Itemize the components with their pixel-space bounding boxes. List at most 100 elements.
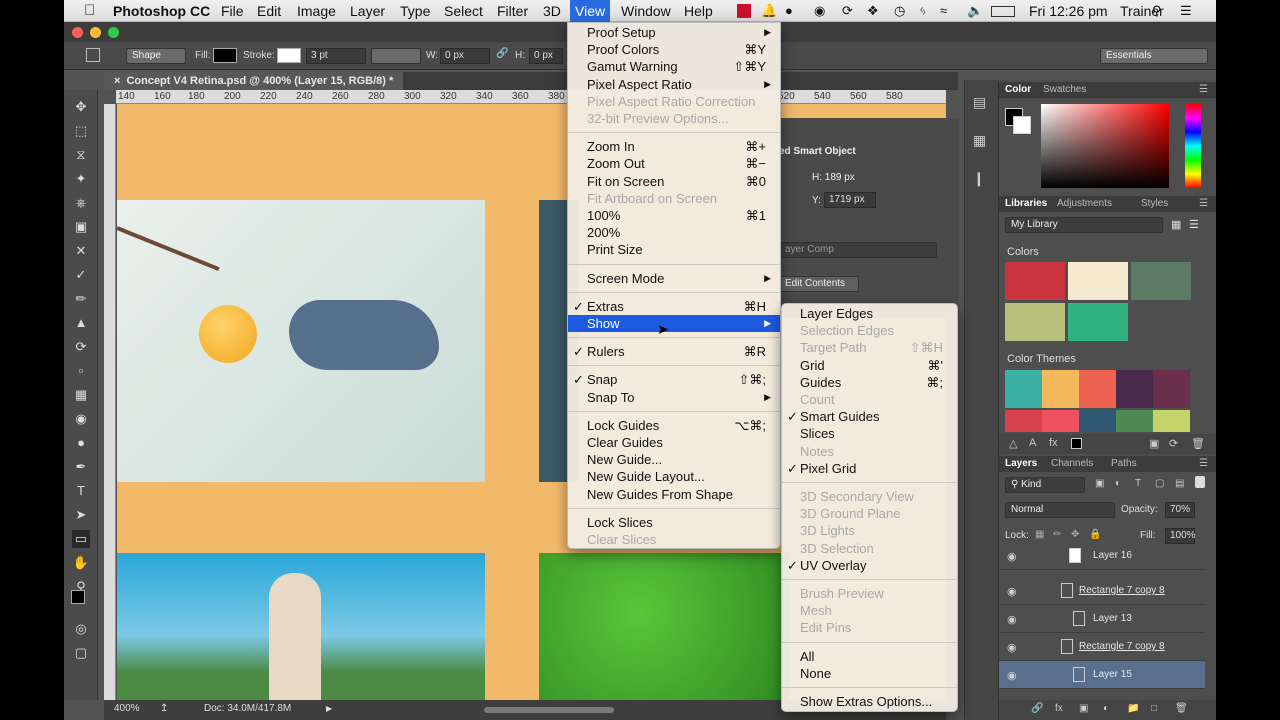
library-color-swatch[interactable] (1068, 262, 1128, 300)
marquee-tool-icon[interactable]: ⬚ (72, 122, 90, 140)
add-mask-icon[interactable]: ▣ (1079, 703, 1088, 714)
menu-item-print-size[interactable]: Print Size (568, 241, 780, 258)
color-theme-swatch[interactable] (1116, 370, 1153, 408)
close-window-button[interactable] (72, 27, 83, 38)
color-theme-swatch[interactable] (1005, 410, 1042, 432)
add-fill-color-icon[interactable] (1071, 438, 1082, 449)
tab-layers[interactable]: Layers (1005, 458, 1037, 469)
menu-item-gamut-warning[interactable]: Gamut Warning ⇧⌘Y (568, 58, 780, 75)
zoom-level[interactable]: 400% (114, 700, 140, 718)
panel-menu-icon[interactable]: ☰ (1199, 198, 1208, 209)
eye-icon[interactable]: ◉ (814, 3, 825, 19)
menu-item-all[interactable]: All (782, 648, 957, 665)
rectangle-tool-icon[interactable] (86, 48, 100, 62)
quick-mask-icon[interactable]: ◎ (72, 620, 90, 638)
rectangle-tool-icon[interactable]: ▭ (72, 530, 90, 548)
delete-layer-icon[interactable]: 🗑 (1175, 703, 1188, 714)
new-layer-icon[interactable]: □ (1151, 703, 1157, 714)
menu-item-uv-overlay[interactable]: ✓ UV Overlay (782, 557, 957, 574)
menu-file[interactable]: File (221, 2, 244, 20)
character-panel-icon[interactable]: ❙ (973, 170, 985, 187)
menu-item-fit-on-screen[interactable]: Fit on Screen ⌘0 (568, 173, 780, 190)
visibility-eye-icon[interactable]: ◉ (1007, 550, 1017, 563)
menu-item-zoom-out[interactable]: Zoom Out ⌘− (568, 155, 780, 172)
library-select[interactable]: My Library (1005, 217, 1163, 233)
color-theme-swatch[interactable] (1079, 410, 1116, 432)
menu-type[interactable]: Type (400, 2, 430, 20)
horizontal-ruler[interactable]: 140 160 180 200 220 240 260 280 300 320 340 360 380 5… (116, 90, 946, 104)
apple-icon[interactable]:  (84, 2, 95, 20)
shape-mode-select[interactable]: Shape (126, 48, 186, 64)
clone-stamp-tool-icon[interactable]: ▲ (72, 314, 90, 332)
link-icon[interactable]: 🔗 (496, 48, 508, 59)
menu-item-show[interactable]: Show ▶ (568, 315, 780, 332)
menu-item-200[interactable]: 200% (568, 224, 780, 241)
add-layer-style-icon[interactable]: fx (1055, 703, 1063, 714)
close-tab-icon[interactable]: × (114, 75, 120, 87)
menu-help[interactable]: Help (684, 2, 713, 20)
filter-pixel-icon[interactable]: ▣ (1095, 478, 1104, 489)
menu-item-lock-slices[interactable]: Lock Slices (568, 514, 780, 531)
hue-slider[interactable] (1185, 104, 1201, 188)
layer-comp-select[interactable]: ayer Comp (779, 242, 937, 258)
healing-brush-tool-icon[interactable]: ✓ (72, 266, 90, 284)
new-group-icon[interactable]: 📁 (1127, 703, 1139, 714)
tab-libraries[interactable]: Libraries (1005, 198, 1047, 209)
panel-menu-icon[interactable]: ☰ (1199, 84, 1208, 95)
dodge-tool-icon[interactable]: ● (72, 434, 90, 452)
background-color-swatch[interactable] (1013, 116, 1031, 134)
tab-channels[interactable]: Channels (1051, 458, 1093, 469)
cc-sync-icon[interactable]: ⟳ (1169, 437, 1178, 450)
menu-select[interactable]: Select (444, 2, 483, 20)
history-panel-icon[interactable]: ▤ (973, 94, 986, 111)
add-character-style-icon[interactable]: A (1029, 437, 1036, 449)
bell-icon[interactable]: 🔔 (761, 3, 777, 19)
stroke-width-field[interactable]: 3 pt (306, 48, 366, 64)
document-tab[interactable]: × Concept V4 Retina.psd @ 400% (Layer 15,… (104, 72, 404, 90)
cc-icon[interactable] (737, 4, 751, 18)
menu-filter[interactable]: Filter (497, 2, 528, 20)
menu-item-snap[interactable]: ✓ Snap ⇧⌘; (568, 371, 780, 388)
menu-item-guides[interactable]: Guides ⌘; (782, 374, 957, 391)
filter-smart-object-icon[interactable]: ▤ (1175, 478, 1184, 489)
lock-all-icon[interactable]: 🔒 (1089, 529, 1101, 540)
sync-icon[interactable]: ⟳ (842, 3, 853, 19)
layer-row[interactable]: ◉ Rectangle 7 copy 8 (999, 633, 1205, 661)
tab-paths[interactable]: Paths (1111, 458, 1137, 469)
menu-item-smart-guides[interactable]: ✓ Smart Guides (782, 408, 957, 425)
color-theme-swatch[interactable] (1116, 410, 1153, 432)
new-adjustment-icon[interactable]: ◐ (1103, 703, 1109, 714)
tab-swatches[interactable]: Swatches (1043, 84, 1086, 95)
timemachine-icon[interactable]: ◷ (894, 3, 905, 19)
menu-item-snap-to[interactable]: Snap To ▶ (568, 389, 780, 406)
color-theme-swatch[interactable] (1153, 410, 1190, 432)
horizontal-scrollbar[interactable] (484, 707, 614, 713)
color-theme-swatch[interactable] (1042, 370, 1079, 408)
stock-icon[interactable]: ▣ (1149, 437, 1159, 450)
menu-item-new-guides-from-shape[interactable]: New Guides From Shape (568, 486, 780, 503)
lasso-tool-icon[interactable]: ⧖ (72, 146, 90, 164)
battery-icon[interactable] (991, 6, 1015, 17)
history-brush-tool-icon[interactable]: ⟳ (72, 338, 90, 356)
tab-color[interactable]: Color (1005, 84, 1031, 95)
lock-transparent-icon[interactable]: ▦ (1035, 529, 1044, 540)
app-menu[interactable]: Photoshop CC (113, 2, 210, 20)
lock-pixels-icon[interactable]: ✏ (1053, 529, 1061, 540)
filter-adjustment-icon[interactable]: ◐ (1115, 478, 1121, 489)
lock-position-icon[interactable]: ✥ (1071, 529, 1079, 540)
menu-item-proof-colors[interactable]: Proof Colors ⌘Y (568, 41, 780, 58)
filter-shape-icon[interactable]: ▢ (1155, 478, 1164, 489)
type-tool-icon[interactable]: T (72, 482, 90, 500)
menu-item-proof-setup[interactable]: Proof Setup ▶ (568, 24, 780, 41)
zoom-window-button[interactable] (108, 27, 119, 38)
eyedropper-tool-icon[interactable]: ✕ (72, 242, 90, 260)
delete-icon[interactable]: 🗑 (1191, 437, 1205, 450)
frame-tool-icon[interactable]: ▣ (72, 218, 90, 236)
notification-center-icon[interactable]: ☰ (1180, 3, 1192, 19)
menu-3d[interactable]: 3D (543, 2, 561, 20)
link-layers-icon[interactable]: 🔗 (1031, 703, 1043, 714)
magic-wand-tool-icon[interactable]: ✦ (72, 170, 90, 188)
fill-swatch[interactable] (213, 48, 237, 63)
properties-y-field[interactable]: 1719 px (824, 192, 876, 208)
visibility-eye-icon[interactable]: ◉ (1007, 641, 1017, 654)
